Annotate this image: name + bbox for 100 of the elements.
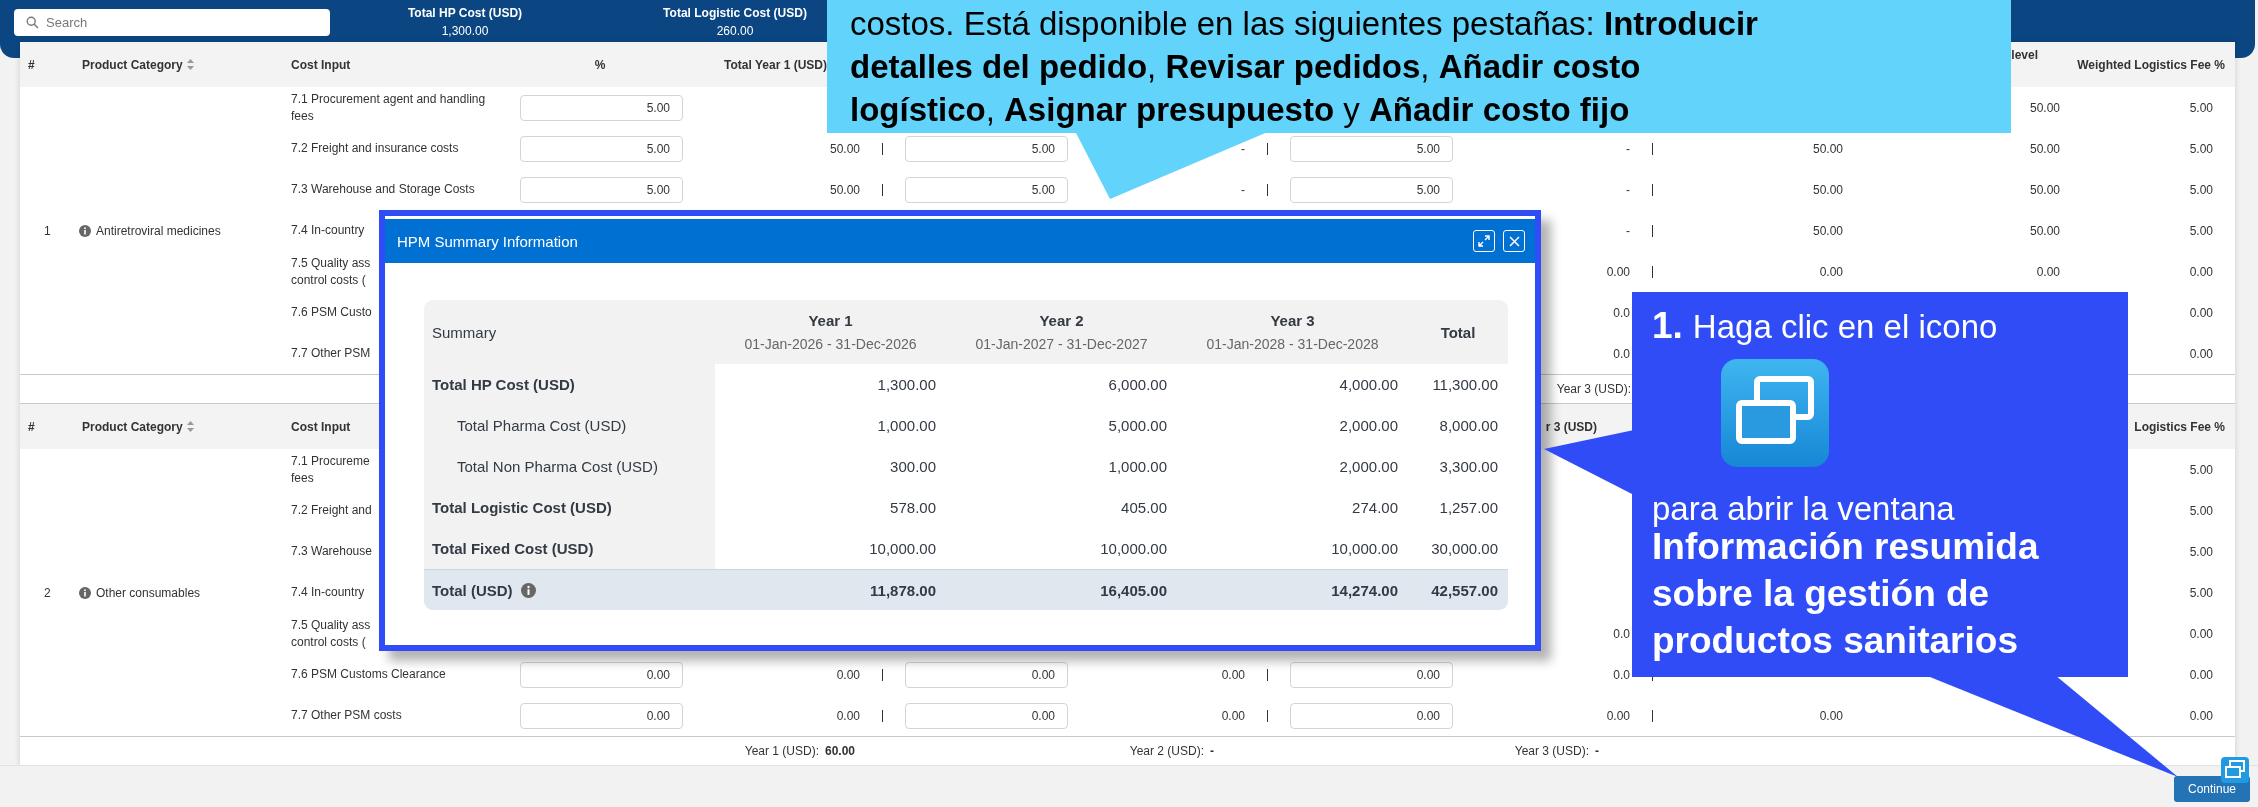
cost-input-label: 7.1 Procurement agent and handling fees [291, 90, 487, 125]
footer-label: Year 3 (USD): [1556, 382, 1631, 396]
number-input[interactable]: 0.00 [520, 702, 683, 729]
table-cell: 0.00 [2189, 305, 2213, 320]
column-header: Total Year 1 (USD) [724, 57, 827, 72]
number-input[interactable]: 0.00 [520, 661, 683, 688]
table-cell: 0.00 [2189, 346, 2213, 361]
period-label: 01-Jan-2027 - 31-Dec-2027 [975, 336, 1148, 352]
row-label: Total HP Cost (USD) [432, 376, 575, 393]
table-cell: 0.0 [1613, 346, 1630, 361]
number-input[interactable]: 0.00 [1290, 661, 1453, 688]
sort-icon[interactable] [186, 59, 194, 70]
table-cell: 5.00 [2189, 462, 2213, 477]
column-header: # [28, 57, 35, 72]
table-cell: - [1626, 223, 1630, 238]
cost-input-label: 7.5 Quality ass control costs ( [291, 616, 371, 651]
table-cell: 50.00 [1812, 223, 1843, 238]
table-cell: 0.00 [2189, 708, 2213, 723]
number-input[interactable]: 0.00 [905, 702, 1068, 729]
table-cell: 0.00 [1819, 264, 1843, 279]
cost-input-label: 7.3 Warehouse [291, 543, 372, 560]
step-number: 1. [1652, 306, 1683, 346]
table-cell: 5.00 [2189, 503, 2213, 518]
table-cell: 0.00 [1819, 708, 1843, 723]
number-input[interactable]: 5.00 [905, 135, 1068, 162]
row-number: 1 [44, 223, 51, 238]
window-name-text: Información resumida sobre la gestión de productos sanitarios [1652, 526, 2040, 663]
table-cell: 50.00 [1812, 182, 1843, 197]
instruction-text: para abrir la ventana [1652, 489, 1956, 529]
table-cell: 0.00 [1221, 667, 1245, 682]
column-header: Product Category [82, 57, 183, 72]
column-header: Cost Input [291, 419, 351, 434]
table-cell: 3,300.00 [1439, 458, 1498, 475]
cost-input-label: 7.7 Other PSM costs [291, 707, 402, 724]
stat-value: 260.00 [716, 24, 754, 38]
table-cell: 6,000.00 [1108, 376, 1167, 393]
table-cell: 0.0 [1613, 626, 1630, 641]
stat-label: Total Logistic Cost (USD) [663, 6, 807, 20]
number-input[interactable]: 5.00 [520, 135, 683, 162]
table-cell: 11,878.00 [870, 581, 936, 599]
info-icon [79, 224, 91, 237]
stat-label: Total HP Cost (USD) [407, 6, 523, 20]
table-cell: 1,257.00 [1439, 499, 1498, 516]
table-cell: 0.00 [836, 708, 860, 723]
cost-input-label: 7.6 PSM Custo [291, 304, 372, 321]
row-label: Total (USD) [432, 581, 513, 599]
table-cell: 0.00 [1606, 708, 1630, 723]
cost-input-label: 7.1 Procureme fees [291, 452, 370, 487]
table-cell: 8,000.00 [1439, 417, 1498, 434]
table-cell: 2,000.00 [1339, 417, 1398, 434]
number-input[interactable]: 5.00 [1290, 135, 1453, 162]
table-cell: 0.00 [2189, 626, 2213, 641]
table-cell: 0.00 [1606, 264, 1630, 279]
number-input[interactable]: 5.00 [520, 94, 683, 121]
number-input[interactable]: 0.00 [905, 661, 1068, 688]
footer-value: - [1595, 744, 1600, 758]
table-cell: 11,300.00 [1432, 376, 1498, 393]
table-cell: 50.00 [1812, 141, 1843, 156]
table-cell: 2,000.00 [1339, 458, 1398, 475]
search-field[interactable]: Search [14, 9, 330, 36]
number-input[interactable]: 5.00 [905, 176, 1068, 203]
table-cell: 0.00 [2189, 264, 2213, 279]
table-cell: 1,000.00 [877, 417, 936, 434]
number-input[interactable]: 5.00 [1290, 176, 1453, 203]
column-header: # [28, 419, 35, 434]
table-cell: 50.00 [829, 141, 860, 156]
table-cell: 5.00 [2189, 585, 2213, 600]
cost-input-label: 7.3 Warehouse and Storage Costs [291, 181, 475, 198]
table-cell: 4,000.00 [1339, 376, 1398, 393]
cost-input-label: 7.7 Other PSM [291, 345, 371, 362]
column-header: Year 3 [1270, 312, 1315, 329]
callout-text: costos. Está disponible en las siguientes pestañas: Introducir detalles del pedido, Revisar pedidos, Añadir costo logístico, Asignar presupuesto y Añadir costo fijo [850, 4, 1759, 130]
search-icon [26, 16, 39, 29]
overlapping-windows-icon[interactable] [2221, 757, 2249, 783]
table-cell: 5.00 [2189, 141, 2213, 156]
column-header: Cost Input [291, 57, 351, 72]
close-button[interactable] [1503, 230, 1525, 252]
overlapping-windows-icon [1721, 359, 1829, 467]
period-label: 01-Jan-2028 - 31-Dec-2028 [1206, 336, 1379, 352]
cost-input-label: 7.2 Freight and [291, 502, 372, 519]
modal-title: HPM Summary Information [397, 232, 578, 250]
table-cell: 0.00 [836, 667, 860, 682]
table-cell: 10,000.00 [1100, 540, 1167, 557]
table-cell: 10,000.00 [1331, 540, 1398, 557]
number-input[interactable]: 5.00 [520, 176, 683, 203]
table-cell: 5,000.00 [1108, 417, 1167, 434]
row-label: Total Logistic Cost (USD) [432, 499, 612, 516]
table-cell: 5.00 [2189, 182, 2213, 197]
column-header: Year 1 [808, 312, 853, 329]
sort-icon[interactable] [186, 421, 194, 432]
table-cell: 405.00 [1121, 499, 1167, 516]
table-cell: 1,000.00 [1108, 458, 1167, 475]
cost-input-label: 7.6 PSM Customs Clearance [291, 666, 446, 683]
table-cell: 300.00 [890, 458, 936, 475]
table-cell: - [1626, 182, 1630, 197]
number-input[interactable]: 0.00 [1290, 702, 1453, 729]
stat-value: 1,300.00 [441, 24, 489, 38]
expand-button[interactable] [1473, 230, 1495, 252]
column-header: r 3 (USD) [1545, 419, 1597, 434]
table-cell: 42,557.00 [1431, 581, 1498, 599]
